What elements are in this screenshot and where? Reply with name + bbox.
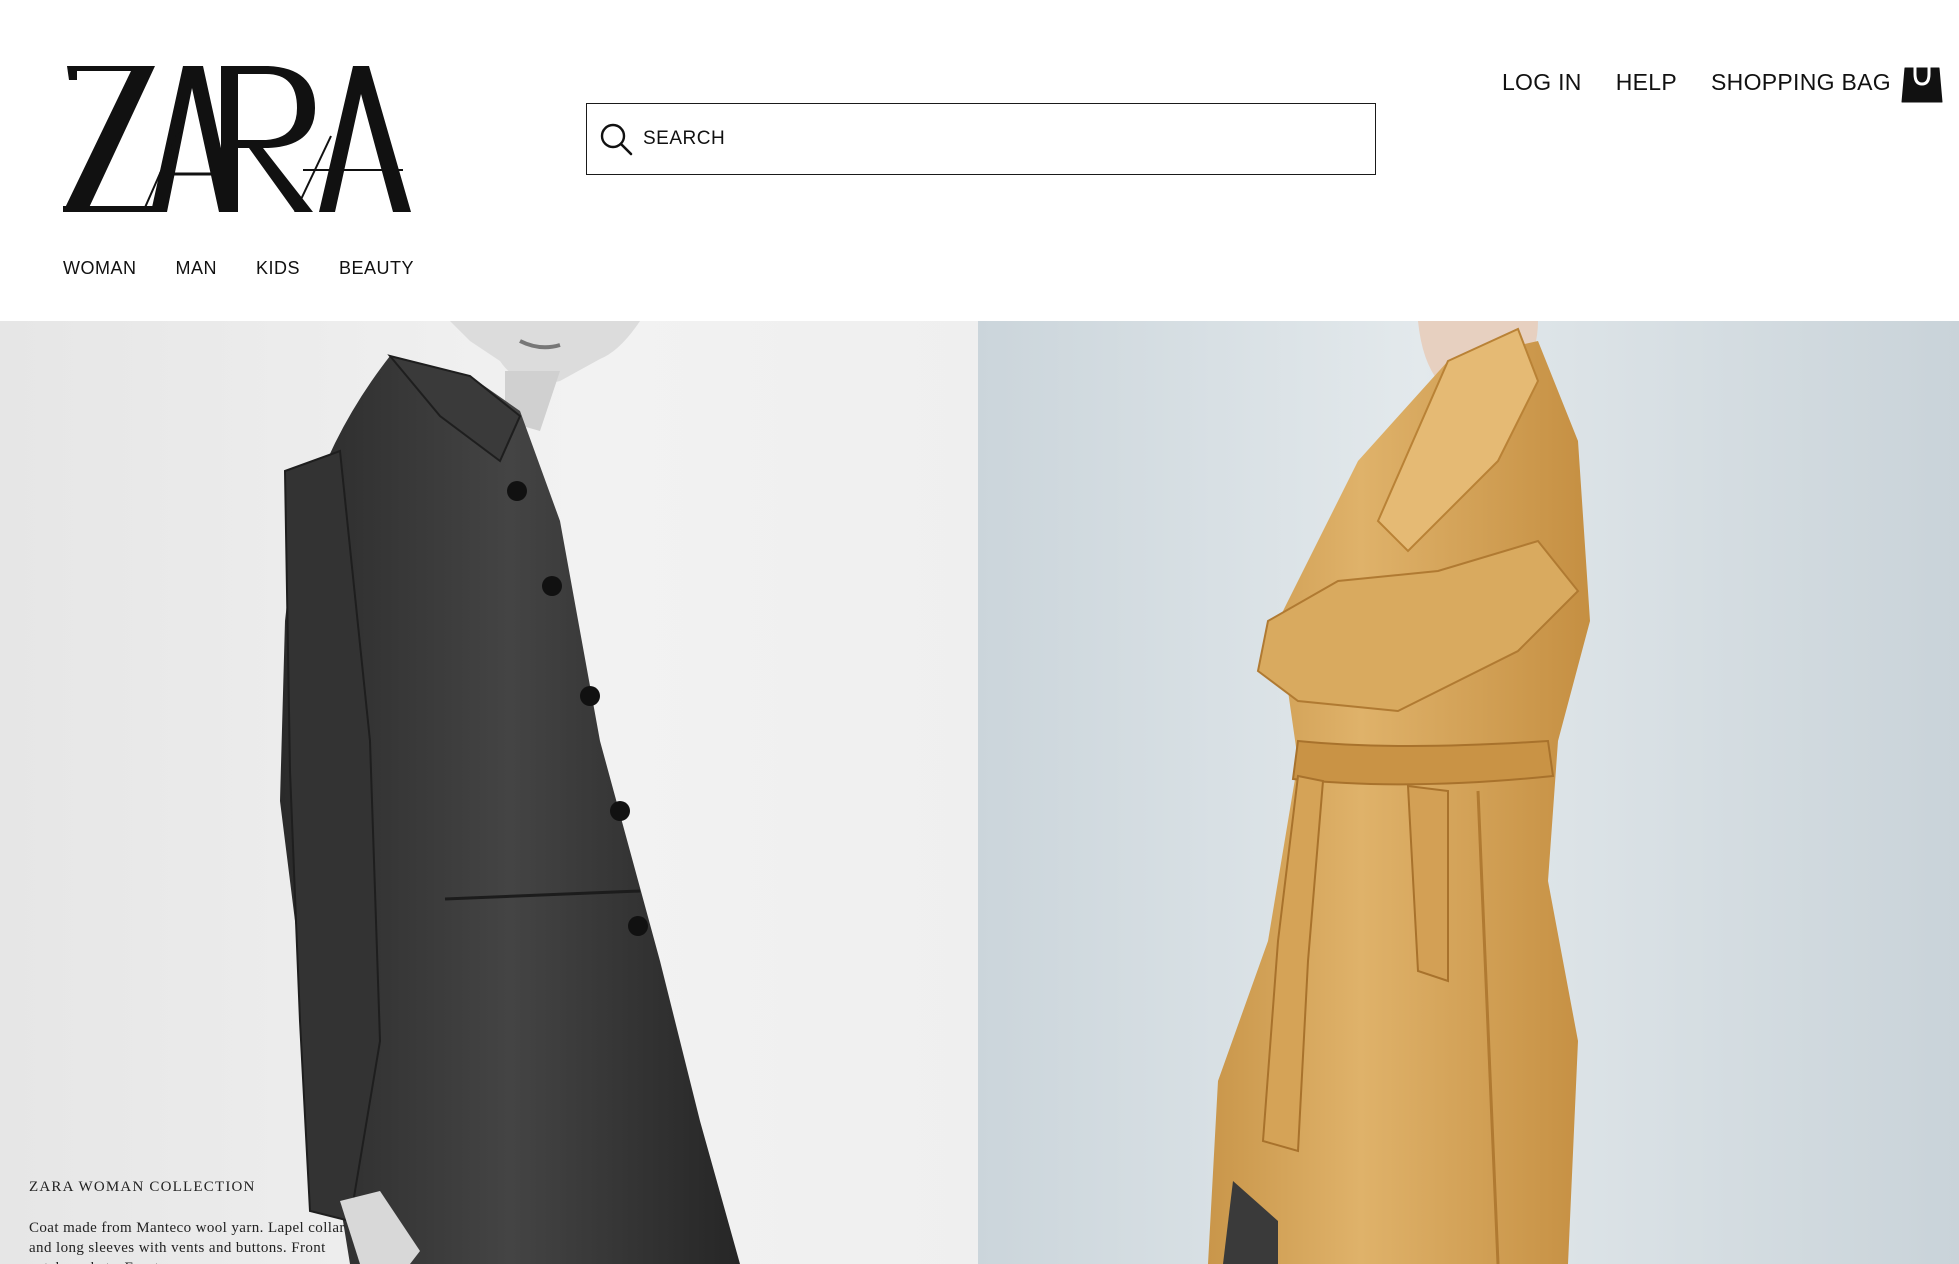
help-link[interactable]: HELP xyxy=(1616,69,1677,96)
category-kids[interactable]: KIDS xyxy=(256,258,300,279)
product-description: Coat made from Manteco wool yarn. Lapel … xyxy=(29,1220,345,1264)
site-header: ZARA LOG IN HELP SHOPPI xyxy=(0,0,1959,321)
product-caption: ZARA WOMAN COLLECTION Coat made from Man… xyxy=(29,1179,349,1264)
hero-panel-camel-coat[interactable] xyxy=(978,321,1959,1264)
collection-title: ZARA WOMAN COLLECTION xyxy=(29,1179,256,1195)
category-nav: WOMAN MAN KIDS BEAUTY xyxy=(63,258,453,279)
shopping-bag-icon[interactable] xyxy=(1901,60,1943,104)
account-nav: LOG IN HELP SHOPPING BAG xyxy=(1468,60,1943,104)
zara-logo[interactable]: ZARA xyxy=(63,66,411,212)
model-dark-coat-image xyxy=(0,321,978,1264)
search-icon[interactable] xyxy=(597,120,635,158)
search-input[interactable] xyxy=(643,104,1375,174)
hero-panel-woman-collection[interactable]: ZARA WOMAN COLLECTION Coat made from Man… xyxy=(0,321,978,1264)
hero-section: ZARA WOMAN COLLECTION Coat made from Man… xyxy=(0,321,1959,1264)
category-beauty[interactable]: BEAUTY xyxy=(339,258,414,279)
search-box[interactable] xyxy=(586,103,1376,175)
category-woman[interactable]: WOMAN xyxy=(63,258,137,279)
shopping-bag-link[interactable]: SHOPPING BAG xyxy=(1711,69,1891,96)
login-link[interactable]: LOG IN xyxy=(1502,69,1582,96)
zara-logo-icon xyxy=(63,66,411,212)
category-man[interactable]: MAN xyxy=(176,258,218,279)
model-camel-coat-image xyxy=(978,321,1959,1264)
